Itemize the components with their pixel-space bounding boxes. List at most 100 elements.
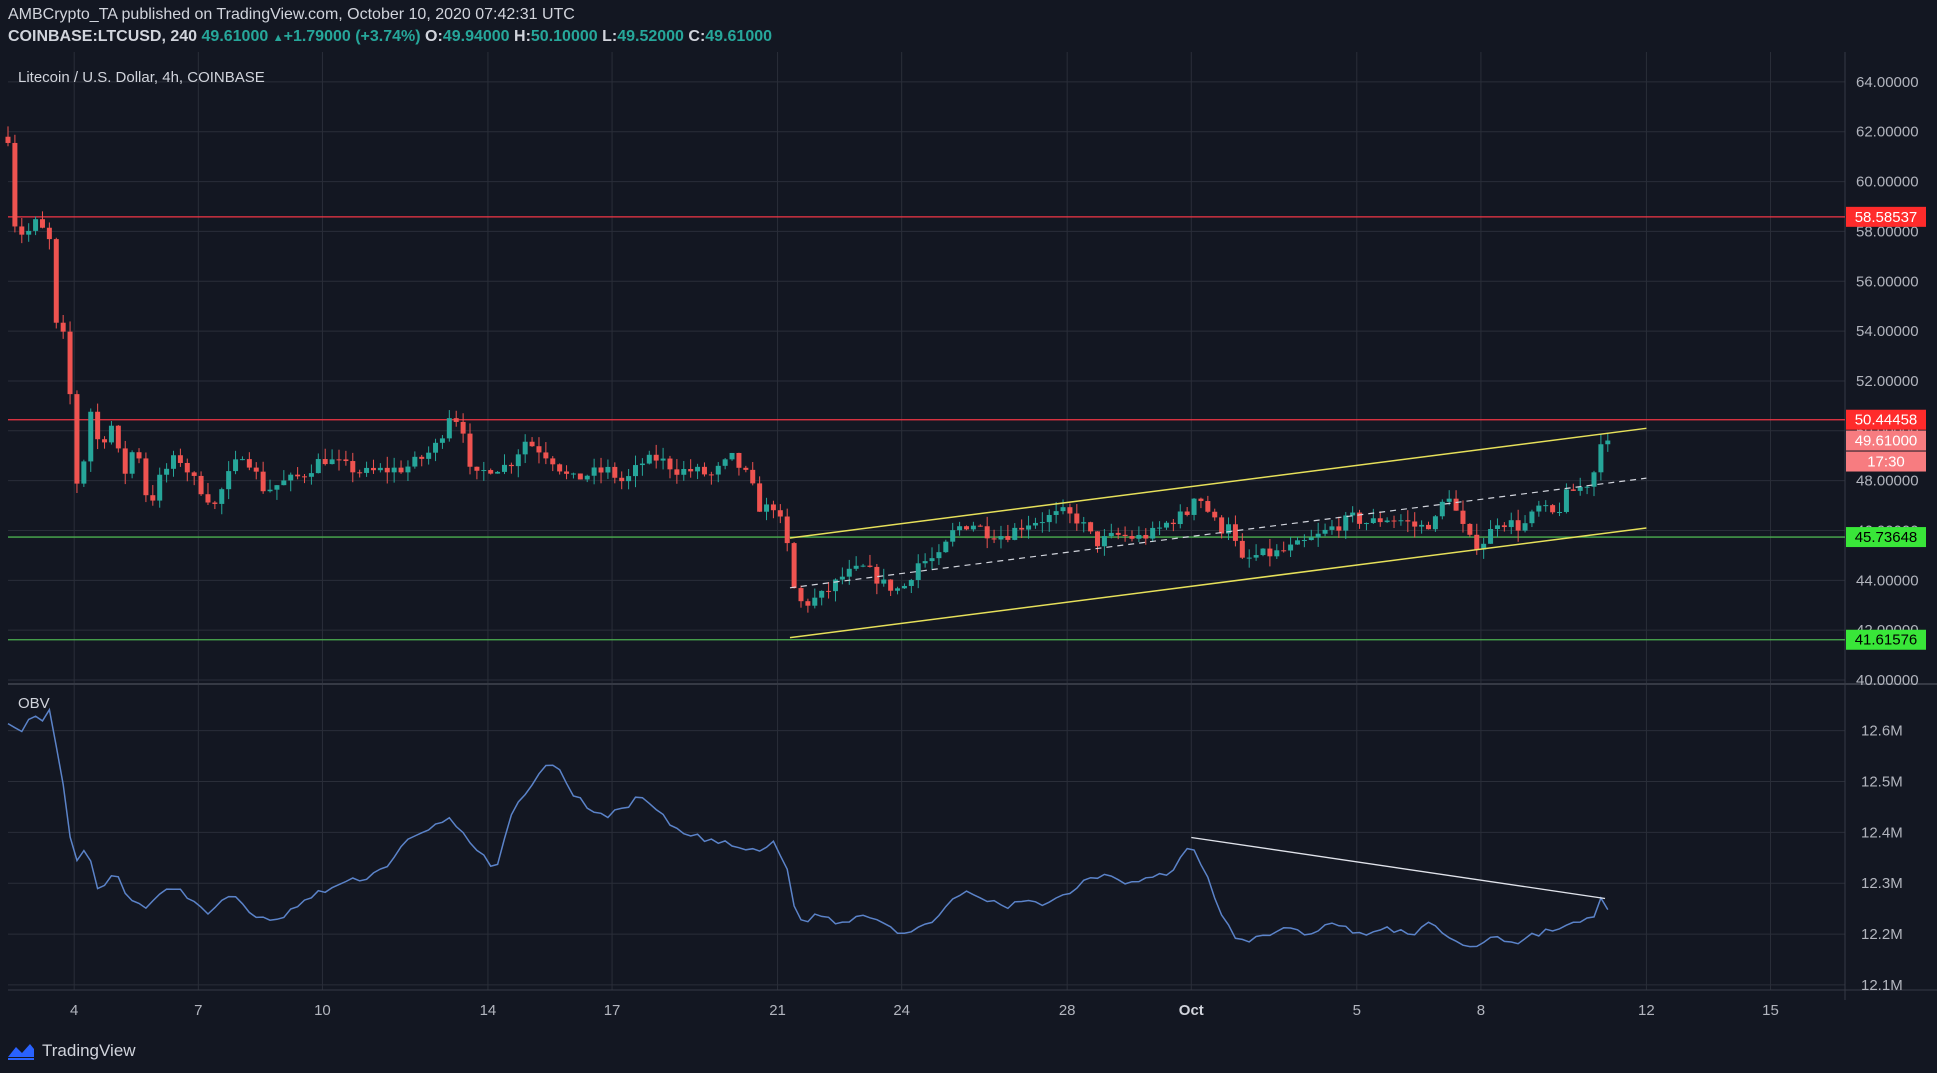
candle-body[interactable]	[357, 472, 363, 474]
candle-body[interactable]	[674, 469, 680, 475]
candle-body[interactable]	[212, 502, 218, 504]
candle-body[interactable]	[1212, 511, 1218, 518]
candle-body[interactable]	[764, 504, 770, 512]
candle-body[interactable]	[501, 464, 507, 472]
candle-body[interactable]	[1343, 515, 1349, 531]
candle-body[interactable]	[1026, 525, 1032, 530]
candle-body[interactable]	[391, 467, 397, 473]
candle-body[interactable]	[536, 446, 542, 453]
candle-body[interactable]	[281, 480, 287, 486]
candle-body[interactable]	[922, 561, 928, 564]
candle-body[interactable]	[977, 525, 983, 527]
candle-body[interactable]	[1405, 520, 1411, 522]
candle-body[interactable]	[239, 459, 245, 461]
candle-body[interactable]	[1012, 527, 1018, 540]
candle-body[interactable]	[1267, 548, 1273, 557]
candle-body[interactable]	[1039, 522, 1045, 524]
candle-body[interactable]	[177, 455, 183, 463]
candle-body[interactable]	[1377, 518, 1383, 523]
candle-body[interactable]	[1474, 534, 1480, 550]
candle-body[interactable]	[364, 467, 370, 473]
candle-body[interactable]	[839, 576, 845, 580]
candle-body[interactable]	[1143, 535, 1149, 539]
candle-body[interactable]	[1398, 520, 1404, 522]
candle-body[interactable]	[405, 466, 411, 473]
candle-body[interactable]	[895, 588, 901, 591]
candle-body[interactable]	[398, 467, 404, 473]
candle-body[interactable]	[1515, 520, 1521, 531]
candle-body[interactable]	[1584, 486, 1590, 488]
candle-body[interactable]	[474, 466, 480, 471]
candle-body[interactable]	[1308, 537, 1314, 541]
candle-body[interactable]	[1205, 501, 1211, 512]
candle-body[interactable]	[1191, 498, 1197, 515]
candle-body[interactable]	[439, 438, 445, 443]
candle-body[interactable]	[784, 516, 790, 544]
candle-body[interactable]	[1170, 522, 1176, 525]
candle-body[interactable]	[750, 469, 756, 484]
candle-body[interactable]	[5, 136, 11, 143]
candle-body[interactable]	[591, 467, 597, 476]
candle-body[interactable]	[1529, 511, 1535, 524]
candle-body[interactable]	[1219, 517, 1225, 534]
candle-body[interactable]	[598, 467, 604, 473]
candle-body[interactable]	[329, 459, 335, 465]
candle-body[interactable]	[550, 458, 556, 465]
candle-body[interactable]	[370, 467, 376, 471]
candle-body[interactable]	[812, 597, 818, 606]
candle-body[interactable]	[1081, 522, 1087, 524]
candle-body[interactable]	[957, 526, 963, 531]
candle-body[interactable]	[1274, 550, 1280, 557]
candle-body[interactable]	[1488, 529, 1494, 544]
candle-body[interactable]	[219, 489, 225, 504]
candle-body[interactable]	[1384, 520, 1390, 523]
candle-body[interactable]	[226, 471, 232, 490]
candle-body[interactable]	[1260, 548, 1266, 556]
candle-body[interactable]	[426, 452, 432, 459]
candle-body[interactable]	[1157, 527, 1163, 529]
candle-body[interactable]	[488, 470, 494, 474]
candle-body[interactable]	[1198, 498, 1204, 502]
candle-body[interactable]	[295, 474, 301, 477]
candle-body[interactable]	[467, 433, 473, 467]
candle-body[interactable]	[577, 473, 583, 480]
candle-body[interactable]	[1074, 513, 1080, 524]
candle-body[interactable]	[1232, 524, 1238, 541]
candle-body[interactable]	[1322, 529, 1328, 534]
candle-body[interactable]	[991, 538, 997, 540]
candle-body[interactable]	[1032, 522, 1038, 526]
candle-body[interactable]	[901, 585, 907, 589]
candle-body[interactable]	[1129, 535, 1135, 539]
candle-body[interactable]	[1501, 525, 1507, 528]
candle-body[interactable]	[136, 452, 142, 459]
candle-body[interactable]	[564, 471, 570, 474]
candle-body[interactable]	[1577, 486, 1583, 491]
candle-body[interactable]	[1088, 522, 1094, 532]
candle-body[interactable]	[667, 458, 673, 470]
candle-body[interactable]	[688, 468, 694, 472]
candle-body[interactable]	[74, 394, 80, 484]
candle-body[interactable]	[122, 448, 128, 474]
candle-body[interactable]	[350, 461, 356, 473]
candle-body[interactable]	[584, 475, 590, 480]
candle-body[interactable]	[805, 601, 811, 606]
candle-body[interactable]	[1115, 532, 1121, 535]
candle-body[interactable]	[308, 473, 314, 477]
candle-body[interactable]	[1350, 512, 1356, 516]
candle-body[interactable]	[619, 477, 625, 482]
candle-body[interactable]	[1439, 501, 1445, 517]
candle-body[interactable]	[1108, 532, 1114, 537]
candle-body[interactable]	[184, 462, 190, 473]
candle-body[interactable]	[1288, 544, 1294, 551]
candle-body[interactable]	[1426, 524, 1432, 530]
candle-body[interactable]	[1101, 536, 1107, 547]
candle-body[interactable]	[67, 331, 73, 395]
candle-body[interactable]	[1432, 516, 1438, 530]
candle-body[interactable]	[1598, 444, 1604, 473]
candle-body[interactable]	[908, 579, 914, 586]
candle-body[interactable]	[557, 464, 563, 472]
candle-body[interactable]	[343, 459, 349, 462]
candle-body[interactable]	[95, 411, 101, 440]
candle-body[interactable]	[888, 579, 894, 591]
candle-body[interactable]	[798, 588, 804, 602]
